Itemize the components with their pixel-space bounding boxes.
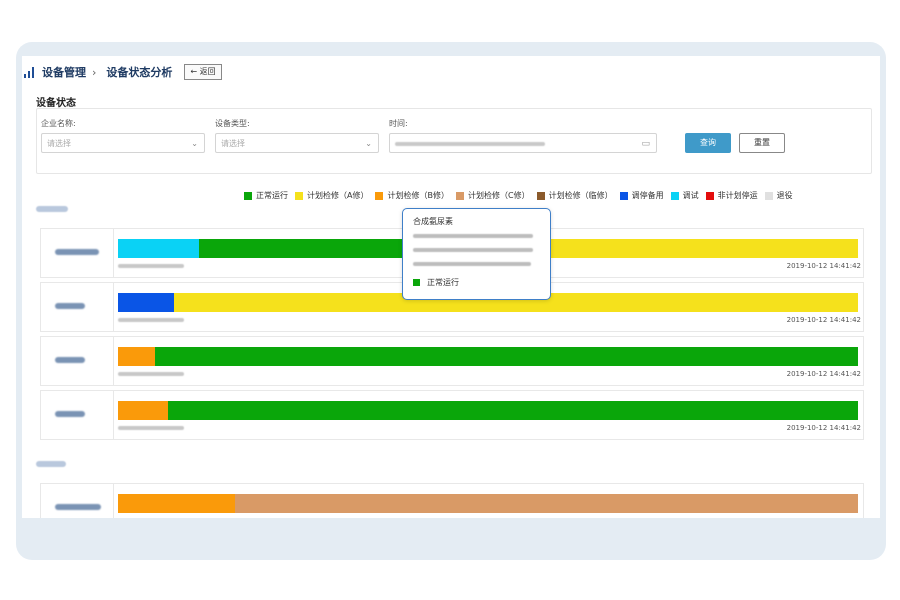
legend-label: 计划检修（临修） xyxy=(548,191,613,200)
tooltip-line xyxy=(413,248,533,252)
status-swatch xyxy=(413,279,420,286)
start-time xyxy=(118,372,184,376)
legend-swatch xyxy=(295,191,303,200)
status-segment[interactable] xyxy=(118,401,168,420)
legend-swatch xyxy=(455,191,464,200)
device-name xyxy=(55,411,85,417)
back-button[interactable]: ← 返回 xyxy=(184,64,222,80)
device-name-cell xyxy=(41,391,114,439)
time-range-input[interactable]: ▭ xyxy=(389,133,657,153)
start-time xyxy=(118,426,184,430)
device-name-cell xyxy=(41,229,114,277)
status-bar[interactable] xyxy=(118,494,858,513)
legend-swatch xyxy=(764,191,773,200)
status-segment[interactable] xyxy=(118,293,175,312)
legend-item[interactable]: 计划检修（C修） xyxy=(455,190,530,201)
time-label: 时间: xyxy=(389,119,408,128)
type-label: 设备类型: xyxy=(215,119,250,128)
legend-label: 正常运行 xyxy=(256,191,288,200)
section-title: 设备状态 xyxy=(36,98,76,109)
legend-item[interactable]: 非计划停运 xyxy=(705,190,758,201)
query-button[interactable]: 查询 xyxy=(685,133,731,153)
company-select[interactable]: 请选择 ⌄ xyxy=(41,133,205,153)
status-segment[interactable] xyxy=(118,239,200,258)
main-panel: 设备管理 › 设备状态分析 ← 返回 设备状态 企业名称: 请选择 ⌄ 设备类型… xyxy=(22,56,880,518)
timeline-row[interactable]: 2019-10-12 14:41:42 xyxy=(40,390,864,440)
time-range-value xyxy=(395,141,545,146)
legend-item[interactable]: 计划检修（A修） xyxy=(295,190,368,201)
chevron-down-icon: ⌄ xyxy=(365,139,372,148)
legend-label: 计划检修（C修） xyxy=(467,191,530,200)
company-label: 企业名称: xyxy=(41,119,76,128)
breadcrumb-separator: › xyxy=(92,65,97,79)
tooltip-title: 合成氨尿素 xyxy=(413,217,453,226)
end-time: 2019-10-12 14:41:42 xyxy=(786,424,861,432)
breadcrumb-parent[interactable]: 设备管理 xyxy=(42,64,86,80)
status-segment[interactable] xyxy=(118,494,235,513)
timeline-row[interactable]: 2019-10-12 14:41:42 xyxy=(40,336,864,386)
status-bar[interactable] xyxy=(118,401,858,420)
legend-label: 计划检修（A修） xyxy=(307,191,369,200)
tooltip-line xyxy=(413,234,533,238)
device-name xyxy=(55,303,85,309)
group-label xyxy=(36,206,68,212)
end-time: 2019-10-12 14:41:42 xyxy=(786,316,861,324)
breadcrumb-current: 设备状态分析 xyxy=(106,66,173,79)
group-label xyxy=(36,461,66,467)
legend-label: 退役 xyxy=(776,191,793,200)
chevron-down-icon: ⌄ xyxy=(191,139,198,148)
status-segment[interactable] xyxy=(155,347,858,366)
legend-swatch xyxy=(244,191,252,200)
legend-swatch xyxy=(536,191,545,200)
legend-swatch xyxy=(705,191,714,200)
bar-chart-icon xyxy=(24,66,38,78)
device-name xyxy=(55,504,101,510)
device-name-cell xyxy=(41,337,114,385)
end-time: 2019-10-12 14:41:42 xyxy=(786,370,861,378)
timeline-row[interactable] xyxy=(40,483,864,518)
status-segment[interactable] xyxy=(118,347,155,366)
reset-button[interactable]: 重置 xyxy=(739,133,785,153)
tooltip-line xyxy=(413,262,531,266)
status-legend: 正常运行 计划检修（A修） 计划检修（B修） 计划检修（C修） 计划检修（临修） 调停备用… xyxy=(244,190,800,201)
status-segment[interactable] xyxy=(167,401,858,420)
legend-swatch xyxy=(375,191,384,200)
legend-label: 非计划停运 xyxy=(717,191,758,200)
legend-item[interactable]: 调试 xyxy=(670,190,699,201)
legend-label: 计划检修（B修） xyxy=(387,191,449,200)
device-name xyxy=(55,249,99,255)
legend-item[interactable]: 计划检修（B修） xyxy=(375,190,449,201)
start-time xyxy=(118,264,184,268)
device-name xyxy=(55,357,85,363)
legend-item[interactable]: 正常运行 xyxy=(244,190,288,201)
tooltip-status-label: 正常运行 xyxy=(427,278,459,287)
device-name-cell xyxy=(41,484,114,518)
tooltip: 合成氨尿素 正常运行 xyxy=(402,208,551,300)
status-segment[interactable] xyxy=(234,494,858,513)
tooltip-status: 正常运行 xyxy=(413,277,459,288)
type-select[interactable]: 请选择 ⌄ xyxy=(215,133,379,153)
legend-swatch xyxy=(670,191,679,200)
legend-item[interactable]: 退役 xyxy=(764,190,793,201)
page-header: 设备管理 › 设备状态分析 ← 返回 xyxy=(22,56,880,88)
company-placeholder: 请选择 xyxy=(47,139,71,148)
legend-item[interactable]: 计划检修（临修） xyxy=(536,190,613,201)
legend-swatch xyxy=(619,191,628,200)
legend-label: 调试 xyxy=(682,191,699,200)
device-name-cell xyxy=(41,283,114,331)
status-bar[interactable] xyxy=(118,347,858,366)
status-segment[interactable] xyxy=(517,239,858,258)
start-time xyxy=(118,318,184,322)
legend-label: 调停备用 xyxy=(631,191,664,200)
type-placeholder: 请选择 xyxy=(221,139,245,148)
calendar-icon: ▭ xyxy=(641,139,650,149)
filter-panel: 企业名称: 请选择 ⌄ 设备类型: 请选择 ⌄ 时间: ▭ 查询 重置 xyxy=(36,108,872,174)
end-time: 2019-10-12 14:41:42 xyxy=(786,262,861,270)
legend-item[interactable]: 调停备用 xyxy=(619,190,664,201)
